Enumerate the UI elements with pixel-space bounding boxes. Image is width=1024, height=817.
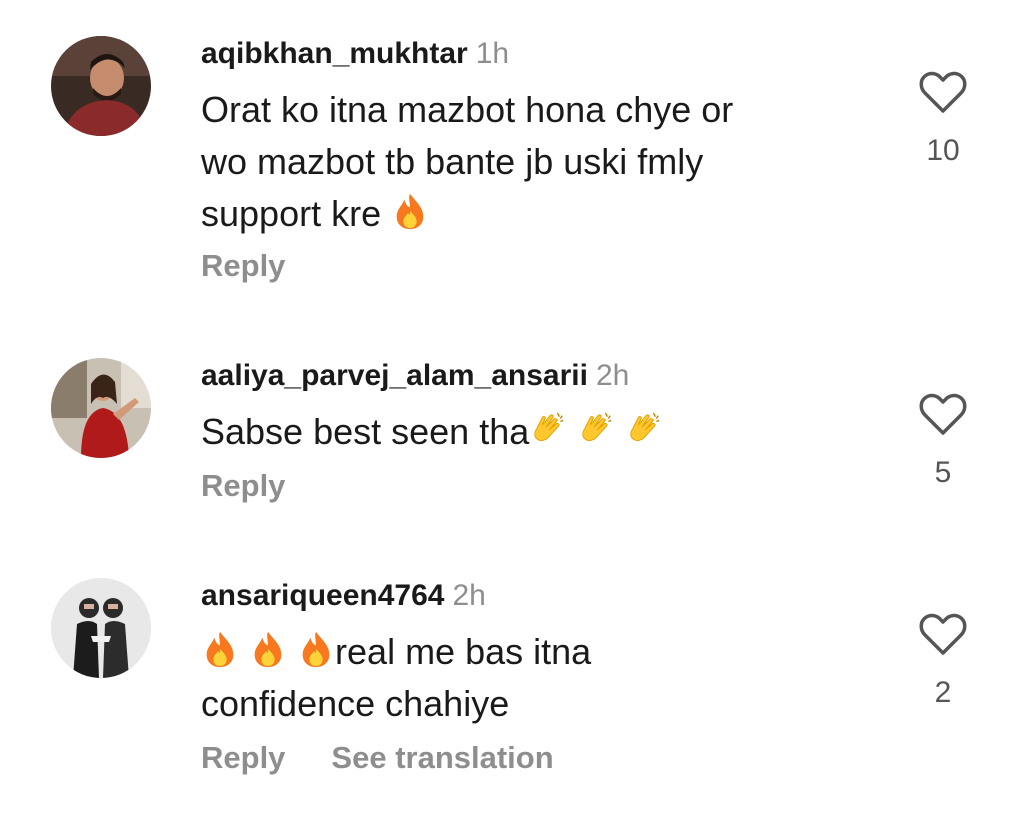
like-button[interactable]: 5 [915,392,971,490]
man-portrait-avatar-icon [51,36,151,136]
comment-text-line: Sabse best seen tha [201,406,841,458]
woman-red-dress-avatar-icon [51,358,151,458]
heart-outline-icon [919,71,967,113]
comment-text-fragment: Sabse best seen tha [201,411,530,452]
like-count: 10 [926,134,960,167]
reply-button[interactable]: Reply [201,740,285,775]
two-people-avatar-icon [51,578,151,678]
comment-text-line: Orat ko itna mazbot hona chye or [201,89,734,130]
comment-actions: Reply [201,248,285,284]
like-button[interactable]: 10 [915,70,971,168]
username[interactable]: aqibkhan_mukhtar [201,37,468,70]
heart-outline-icon [919,613,967,655]
username[interactable]: aaliya_parvej_alam_ansarii [201,359,588,392]
comment-meta: ansariqueen4764 2h [201,578,486,614]
comment-meta: aaliya_parvej_alam_ansarii 2h [201,358,629,394]
like-button[interactable]: 2 [915,612,971,710]
clapping-hands-emoji-icon [625,410,663,448]
fire-emoji-icon [249,630,287,668]
heart-outline-icon [919,393,967,435]
like-count: 5 [934,456,952,489]
see-translation-button[interactable]: See translation [331,740,553,775]
clapping-hands-emoji-icon [529,410,567,448]
comment-text-fragment: support kre [201,193,382,234]
comment-text-line: wo mazbot tb bante jb uski fmly [201,141,704,182]
comment-text-line: support kre [201,188,841,240]
username[interactable]: ansariqueen4764 [201,579,444,612]
reply-button[interactable]: Reply [201,248,285,283]
avatar[interactable] [51,358,151,458]
comment-meta: aqibkhan_mukhtar 1h [201,36,509,72]
comment-text-fragment: real me bas itna [335,631,592,672]
comment-text: Sabse best seen tha [201,406,841,458]
comment-actions: Reply [201,468,285,504]
fire-emoji-icon [391,192,429,230]
fire-emoji-icon [201,630,239,668]
avatar[interactable] [51,578,151,678]
like-count: 2 [934,676,952,709]
comment-time: 1h [475,37,510,70]
comment-actions: Reply See translation [201,740,554,776]
fire-emoji-icon [297,630,335,668]
comment-text: real me bas itna confidence chahiye [201,626,841,730]
comment-time: 2h [452,579,486,612]
comment-time: 2h [595,359,630,392]
avatar[interactable] [51,36,151,136]
comment-text: Orat ko itna mazbot hona chye or wo mazb… [201,84,841,240]
comment-text-line: confidence chahiye [201,683,510,724]
comments-list: aqibkhan_mukhtar 1h Orat ko itna mazbot h… [0,0,1024,817]
clapping-hands-emoji-icon [577,410,615,448]
comment-text-line: real me bas itna [201,626,841,678]
reply-button[interactable]: Reply [201,468,285,503]
